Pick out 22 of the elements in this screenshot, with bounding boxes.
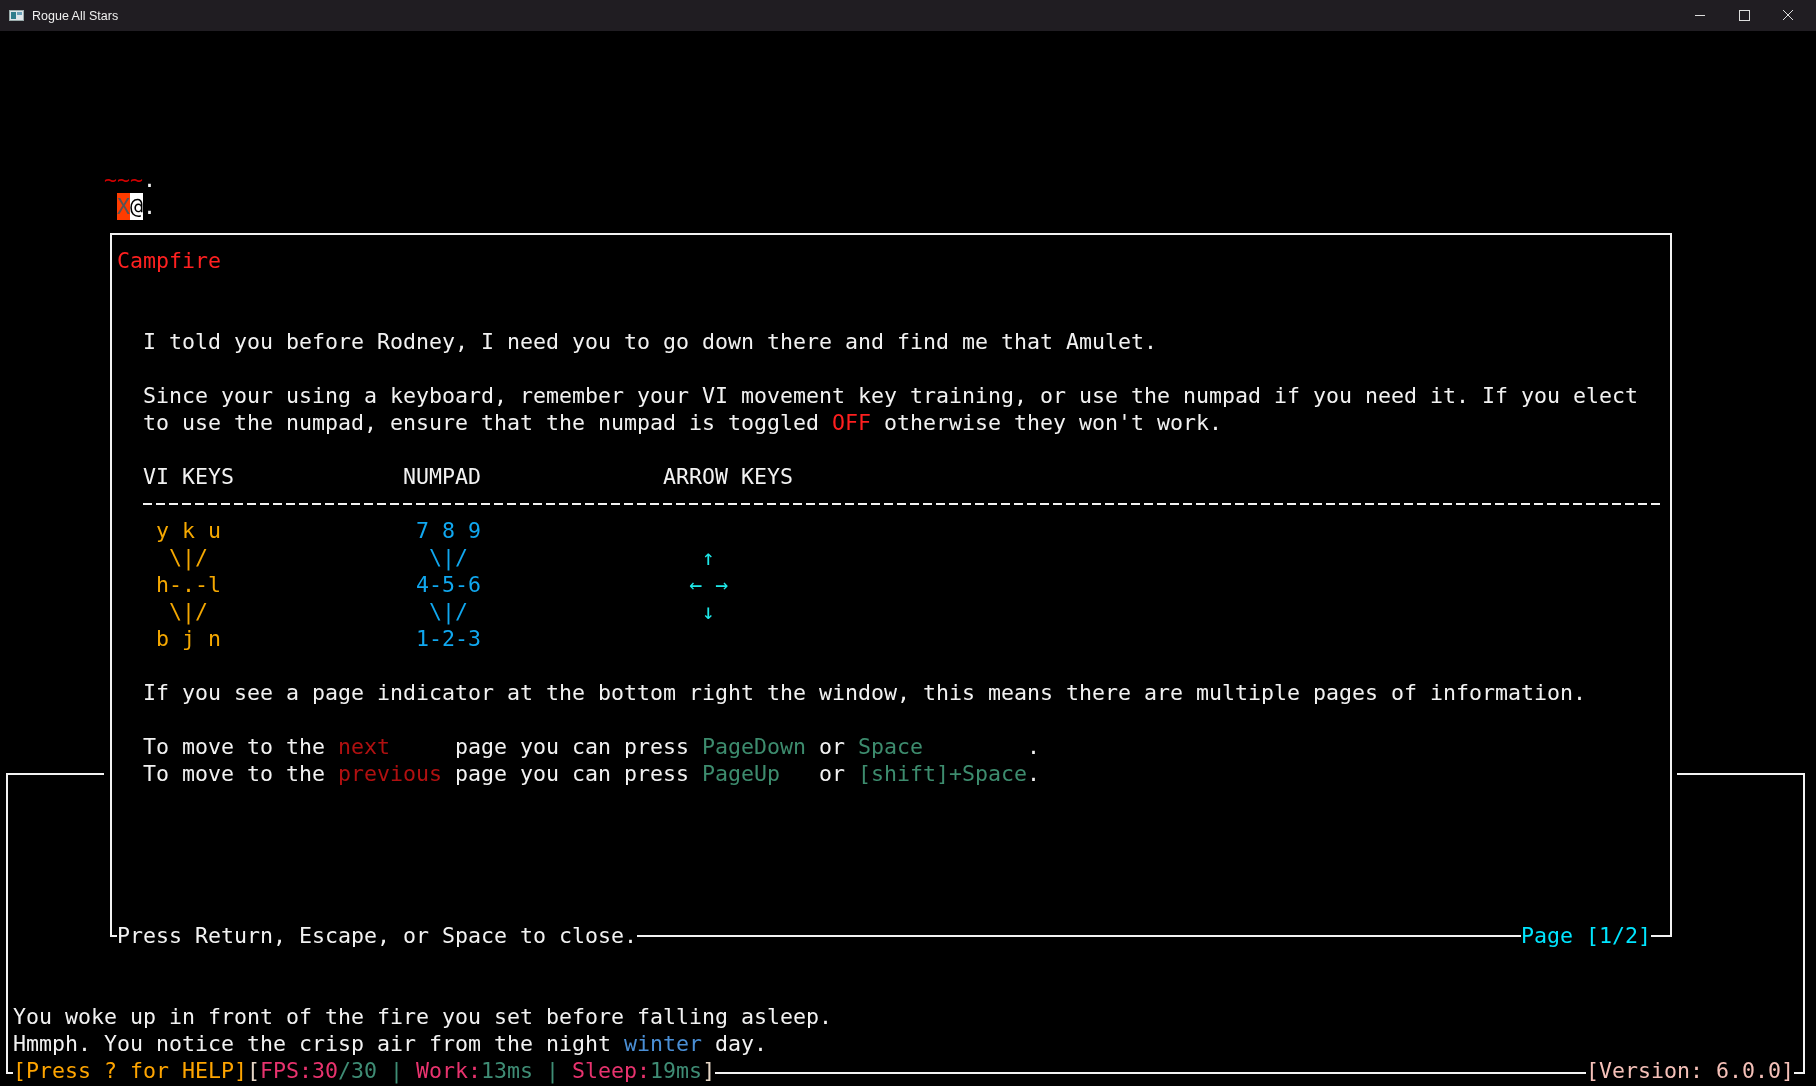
column-header: ARROW KEYS [663,463,793,490]
app-icon [9,10,24,21]
water-glyph: ~ [117,166,131,193]
player-glyph: @ [130,193,144,220]
key-diagram: y k u \|/ h-.-l \|/ b j n [156,517,221,652]
instruction-line: To move to the next page you can press PageDown or Space . [143,733,1041,760]
key-diagram: 7 8 9 \|/ 4-5-6 \|/ 1-2-3 [416,517,481,652]
dialog-text: If you see a page indicator at the bottom right the window, this means there are multiple pages of information. [143,679,1587,706]
column-header: VI KEYS [143,463,235,490]
message-line: You woke up in front of the fire you set before falling asleep. [13,1003,834,1030]
column-header: NUMPAD [403,463,482,490]
instruction-line: To move to the previous page you can press PageUp or [shift]+Space. [143,760,1041,787]
water-glyph: ~ [104,166,117,193]
key-diagram: ↑ ← → ↓ [689,544,728,625]
water-glyph: ~ [130,166,144,193]
dialog-text: Since your using a keyboard, remember your VI movement key training, or use the numpad if you need it. If you elect to use the numpad, ensure that the numpad is toggled OFF otherwise they won't work. [143,382,1640,436]
floor-glyph: . [143,193,157,220]
dialog-title: Campfire [117,247,221,274]
message-line: Hmmph. You notice the crisp air from the night winter day. [13,1030,769,1057]
floor-glyph: . [143,166,157,193]
dialog-text: I told you before Rodney, I need you to go down there and find me that Amulet. [143,328,1158,355]
window-title: Rogue All Stars [32,8,119,23]
